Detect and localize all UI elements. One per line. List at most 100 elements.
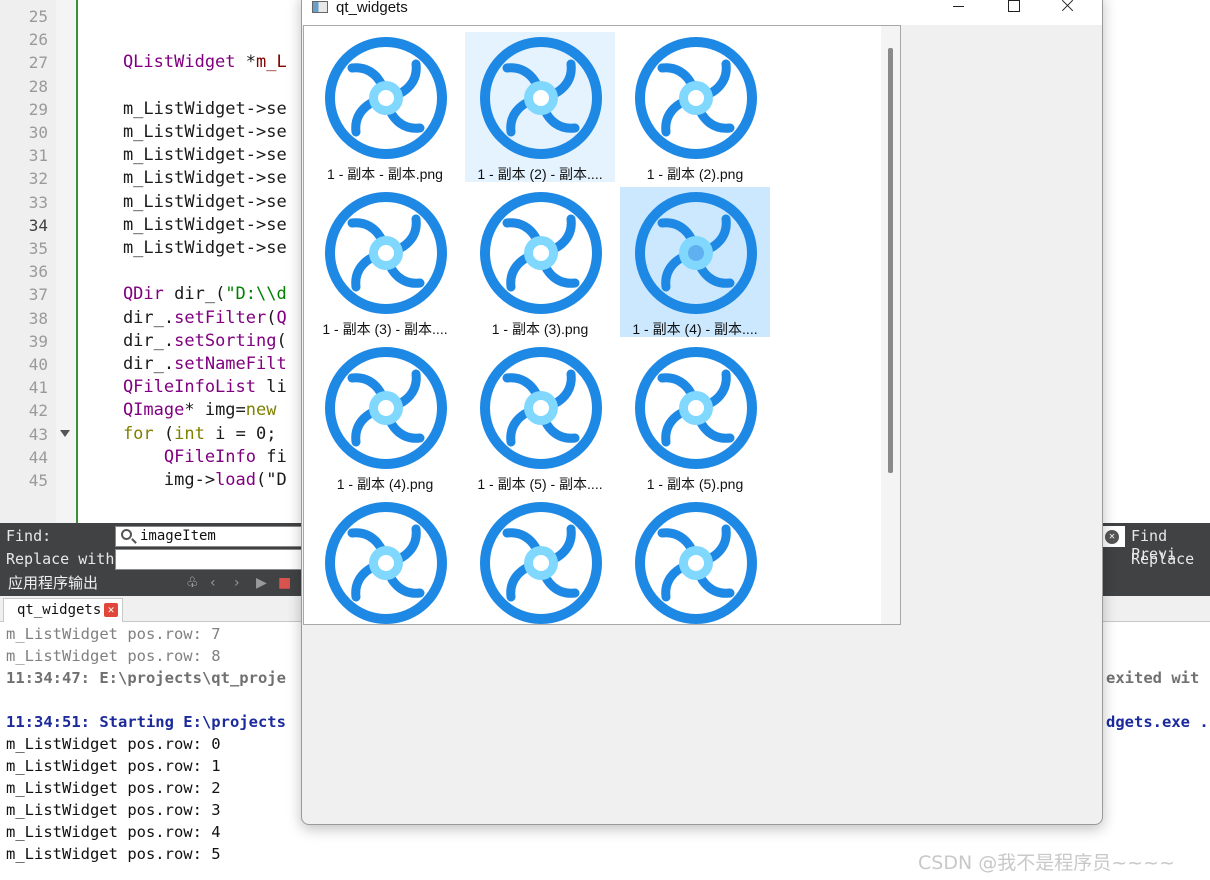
minimize-icon[interactable] (935, 0, 981, 17)
find-input-value: imageItem (140, 528, 216, 544)
code-token: m_ListWidget->se (82, 238, 287, 258)
list-item[interactable] (465, 497, 615, 624)
code-text: QFileInfoList li (82, 376, 287, 399)
code-text: m_ListWidget->se (82, 237, 287, 260)
list-item[interactable]: 1 - 副本 (4) - 副本.... (620, 187, 770, 337)
list-item-label: 1 - 副本 (2) - 副本.... (477, 166, 603, 182)
code-token: setFilter (174, 307, 267, 328)
code-token: m_L (256, 52, 287, 73)
output-line: m_ListWidget pos.row: 5 (6, 845, 221, 863)
line-number: 41 (28, 378, 48, 398)
list-item-label: 1 - 副本 (3) - 副本.... (322, 321, 448, 337)
list-item[interactable]: 1 - 副本 (4).png (310, 342, 460, 492)
code-token: "D:\\d (225, 284, 287, 305)
code-token: QFileInfo (82, 446, 256, 467)
list-item[interactable] (310, 497, 460, 624)
line-number: 33 (28, 192, 48, 212)
clear-icon[interactable]: ✕ (1105, 530, 1119, 544)
output-line: m_ListWidget pos.row: 8 (6, 647, 221, 665)
code-token: m_ListWidget->se (82, 122, 287, 142)
fan-image-icon (480, 192, 602, 314)
fan-image-icon (325, 347, 447, 469)
run-icon[interactable]: ▶ (256, 571, 267, 596)
code-text: dir_.setSorting( (82, 330, 287, 353)
output-exe-fragment: dgets.exe . (1106, 713, 1209, 731)
code-text: m_ListWidget->se (82, 98, 287, 121)
list-item[interactable]: 1 - 副本 (5) - 副本.... (465, 342, 615, 492)
line-number: 44 (28, 447, 48, 467)
find-input[interactable]: imageItem (115, 526, 305, 547)
maximize-icon[interactable] (990, 0, 1036, 17)
window-close-icon[interactable] (1045, 0, 1091, 17)
image-list-widget[interactable]: 1 - 副本 - 副本.png 1 - 副本 (2) - 副本.... 1 - 副本… (303, 25, 901, 625)
list-item[interactable]: 1 - 副本 (3).png (465, 187, 615, 337)
line-number: 42 (28, 401, 48, 421)
chevron-right-icon[interactable]: › (234, 571, 240, 596)
code-text: m_ListWidget->se (82, 121, 287, 144)
code-token: QFileInfoList (82, 377, 256, 398)
code-token: m_ListWidget->se (82, 191, 287, 212)
line-number: 26 (28, 30, 48, 50)
line-number: 27 (28, 53, 48, 73)
line-number: 38 (28, 308, 48, 328)
output-line: m_ListWidget pos.row: 3 (6, 801, 221, 819)
list-item[interactable]: 1 - 副本 (2).png (620, 32, 770, 182)
list-item-label: 1 - 副本 (4).png (336, 476, 434, 492)
code-token: dir_. (82, 354, 175, 374)
line-number: 34 (28, 215, 48, 235)
search-icon (121, 529, 132, 540)
fan-image-icon (635, 37, 757, 159)
line-number: 39 (28, 331, 48, 351)
replace-button[interactable]: Replace (1131, 550, 1194, 568)
line-number: 25 (28, 7, 48, 26)
code-text: m_ListWidget->se (82, 191, 287, 214)
line-number: 31 (28, 146, 48, 166)
code-token: dir_. (82, 307, 175, 328)
code-token: dir_( (163, 284, 226, 305)
code-text: dir_.setFilter(Q (82, 307, 287, 330)
code-token: setNameFilt (174, 354, 287, 374)
scrollbar-thumb[interactable] (888, 48, 893, 473)
code-token: m_ListWidget->se (82, 168, 287, 189)
watermark: CSDN @我不是程序员~~~~ (918, 852, 1175, 874)
close-icon[interactable]: ✕ (104, 603, 118, 617)
output-line: 11:34:51: Starting E:\projects (6, 713, 286, 731)
code-text: QFileInfo fi (82, 446, 287, 469)
fold-arrow-icon[interactable] (60, 429, 70, 437)
fan-image-icon (635, 502, 757, 624)
list-item[interactable]: 1 - 副本 (2) - 副本.... (465, 32, 615, 182)
list-item[interactable] (620, 497, 770, 624)
line-number: 32 (28, 169, 48, 189)
code-token: QImage (82, 400, 185, 421)
code-token: * (235, 52, 257, 73)
tab-qt-widgets[interactable]: qt_widgets ✕ (3, 598, 123, 622)
replace-input[interactable] (115, 549, 305, 570)
output-line: m_ListWidget pos.row: 7 (6, 625, 221, 643)
list-item[interactable]: 1 - 副本 (5).png (620, 342, 770, 492)
code-token: new (245, 400, 277, 421)
code-token: fi (256, 446, 287, 467)
list-item[interactable]: 1 - 副本 - 副本.png (310, 32, 460, 182)
vertical-scrollbar[interactable] (881, 26, 900, 624)
list-item-label: 1 - 副本 (4) - 副本.... (632, 321, 758, 337)
code-token: Q (276, 307, 287, 328)
fan-image-icon (480, 37, 602, 159)
code-token: dir_. (82, 330, 175, 351)
clean-icon[interactable]: ♧ (186, 571, 199, 596)
output-line: m_ListWidget pos.row: 4 (6, 823, 221, 841)
output-line: 11:34:47: E:\projects\qt_proje (6, 669, 286, 687)
list-item-label: 1 - 副本 - 副本.png (327, 166, 443, 182)
line-number: 40 (28, 355, 48, 374)
code-token: ( (153, 423, 175, 444)
chevron-left-icon[interactable]: ‹ (210, 571, 216, 596)
code-token: m_ListWidget->se (82, 214, 287, 235)
list-item[interactable]: 1 - 副本 (3) - 副本.... (310, 187, 460, 337)
window-titlebar[interactable]: qt_widgets (302, 0, 1102, 25)
find-clear-area[interactable]: ✕ (1103, 526, 1125, 547)
stop-icon[interactable]: ■ (278, 571, 291, 596)
fan-image-icon (325, 37, 447, 159)
app-icon (312, 1, 328, 13)
code-token: ("D (256, 470, 287, 490)
line-number: 36 (28, 262, 48, 282)
tab-label: qt_widgets (17, 602, 102, 618)
